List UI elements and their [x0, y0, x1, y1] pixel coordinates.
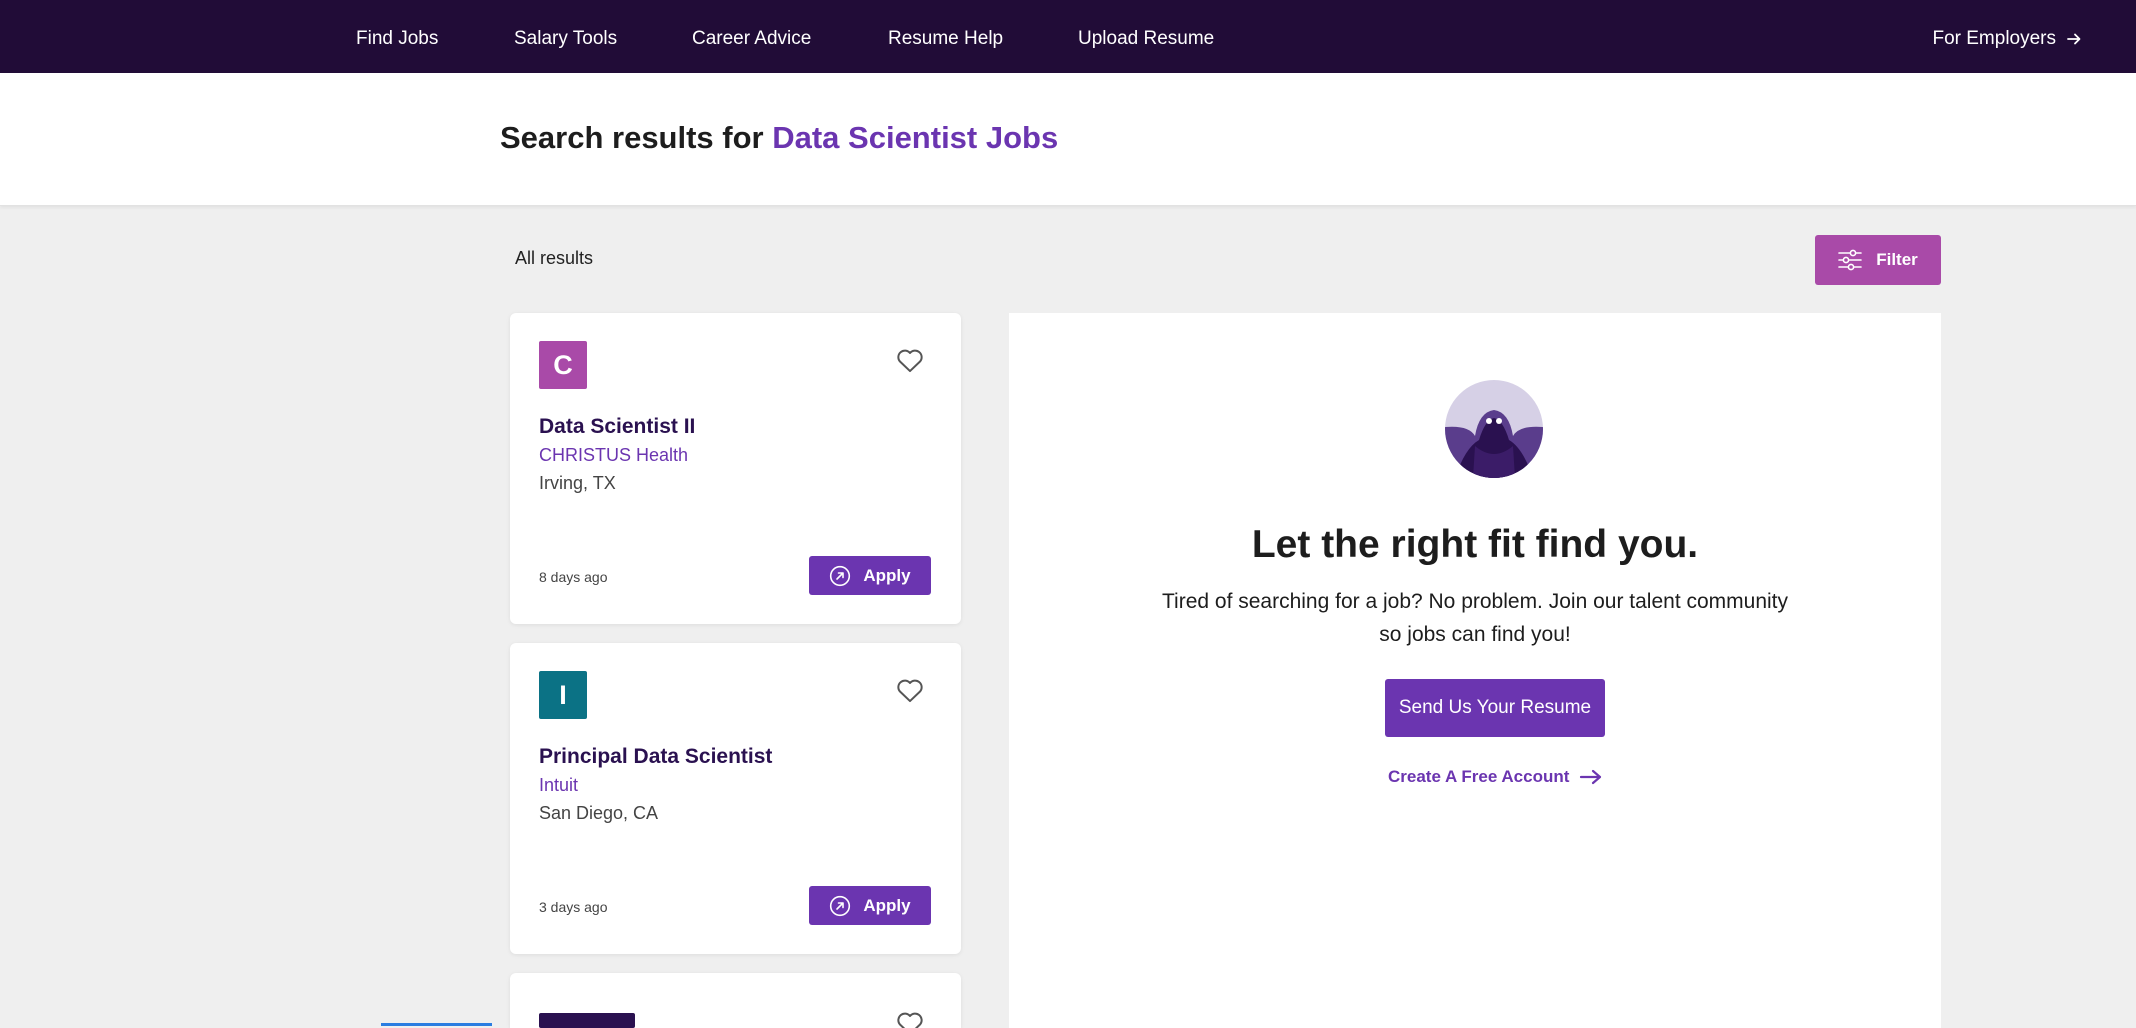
- apply-label: Apply: [863, 895, 911, 915]
- company-name: CHRISTUS Health: [539, 445, 689, 465]
- search-title-prefix: Search results for: [500, 120, 764, 155]
- posted-date: 3 days ago: [539, 899, 608, 915]
- filter-button[interactable]: Filter: [1815, 235, 1941, 285]
- sliders-icon: [1838, 249, 1863, 271]
- search-query: Data Scientist Jobs: [772, 120, 1059, 155]
- page-title: Search results for Data Scientist Jobs: [500, 120, 1058, 156]
- search-header: Search results for Data Scientist Jobs: [0, 73, 2136, 206]
- mascot-icon: [1445, 380, 1543, 478]
- for-employers-label: For Employers: [1932, 28, 2056, 49]
- apply-button[interactable]: Apply: [809, 556, 931, 595]
- company-name: Intuit: [539, 775, 579, 795]
- arrow-right-icon: [1580, 769, 1602, 785]
- company-logo: [539, 1013, 635, 1028]
- results-label: All results: [515, 248, 594, 268]
- nav-resume-help[interactable]: Resume Help: [888, 0, 1003, 73]
- filter-label: Filter: [1876, 250, 1918, 269]
- heart-icon[interactable]: [896, 347, 924, 373]
- apply-label: Apply: [863, 565, 911, 585]
- external-link-icon: [830, 565, 851, 586]
- create-account-link[interactable]: Create A Free Account: [1388, 767, 1603, 787]
- job-card[interactable]: C Data Scientist II CHRISTUS Health Irvi…: [510, 313, 961, 624]
- for-employers-link[interactable]: For Employers: [1932, 0, 2082, 73]
- nav-upload-resume[interactable]: Upload Resume: [1078, 0, 1214, 73]
- posted-date: 8 days ago: [539, 569, 608, 585]
- apply-button[interactable]: Apply: [809, 886, 931, 925]
- send-resume-button[interactable]: Send Us Your Resume: [1385, 679, 1605, 737]
- company-logo: C: [539, 341, 587, 389]
- panel-heading: Let the right fit find you.: [1251, 523, 1699, 566]
- nav-find-jobs[interactable]: Find Jobs: [356, 0, 438, 73]
- company-logo: I: [539, 671, 587, 719]
- talent-community-panel: Let the right fit find you. Tired of sea…: [1009, 313, 1941, 1028]
- arrow-right-icon: [2067, 33, 2081, 45]
- create-account-label: Create A Free Account: [1388, 767, 1570, 786]
- panel-description: Tired of searching for a job? No problem…: [1161, 590, 1789, 646]
- job-card[interactable]: I Principal Data Scientist Intuit San Di…: [510, 643, 961, 954]
- heart-icon[interactable]: [896, 1010, 924, 1028]
- job-title[interactable]: Principal Data Scientist: [539, 745, 772, 769]
- heart-icon[interactable]: [896, 677, 924, 703]
- page-load-progress-bar: [381, 1023, 492, 1026]
- top-navigation: Find Jobs Salary Tools Career Advice Res…: [0, 0, 2136, 73]
- external-link-icon: [830, 895, 851, 916]
- job-card[interactable]: [510, 973, 961, 1028]
- job-location: Irving, TX: [539, 473, 616, 493]
- job-title[interactable]: Data Scientist II: [539, 415, 695, 439]
- nav-career-advice[interactable]: Career Advice: [692, 0, 811, 73]
- nav-salary-tools[interactable]: Salary Tools: [514, 0, 617, 73]
- job-location: San Diego, CA: [539, 803, 659, 823]
